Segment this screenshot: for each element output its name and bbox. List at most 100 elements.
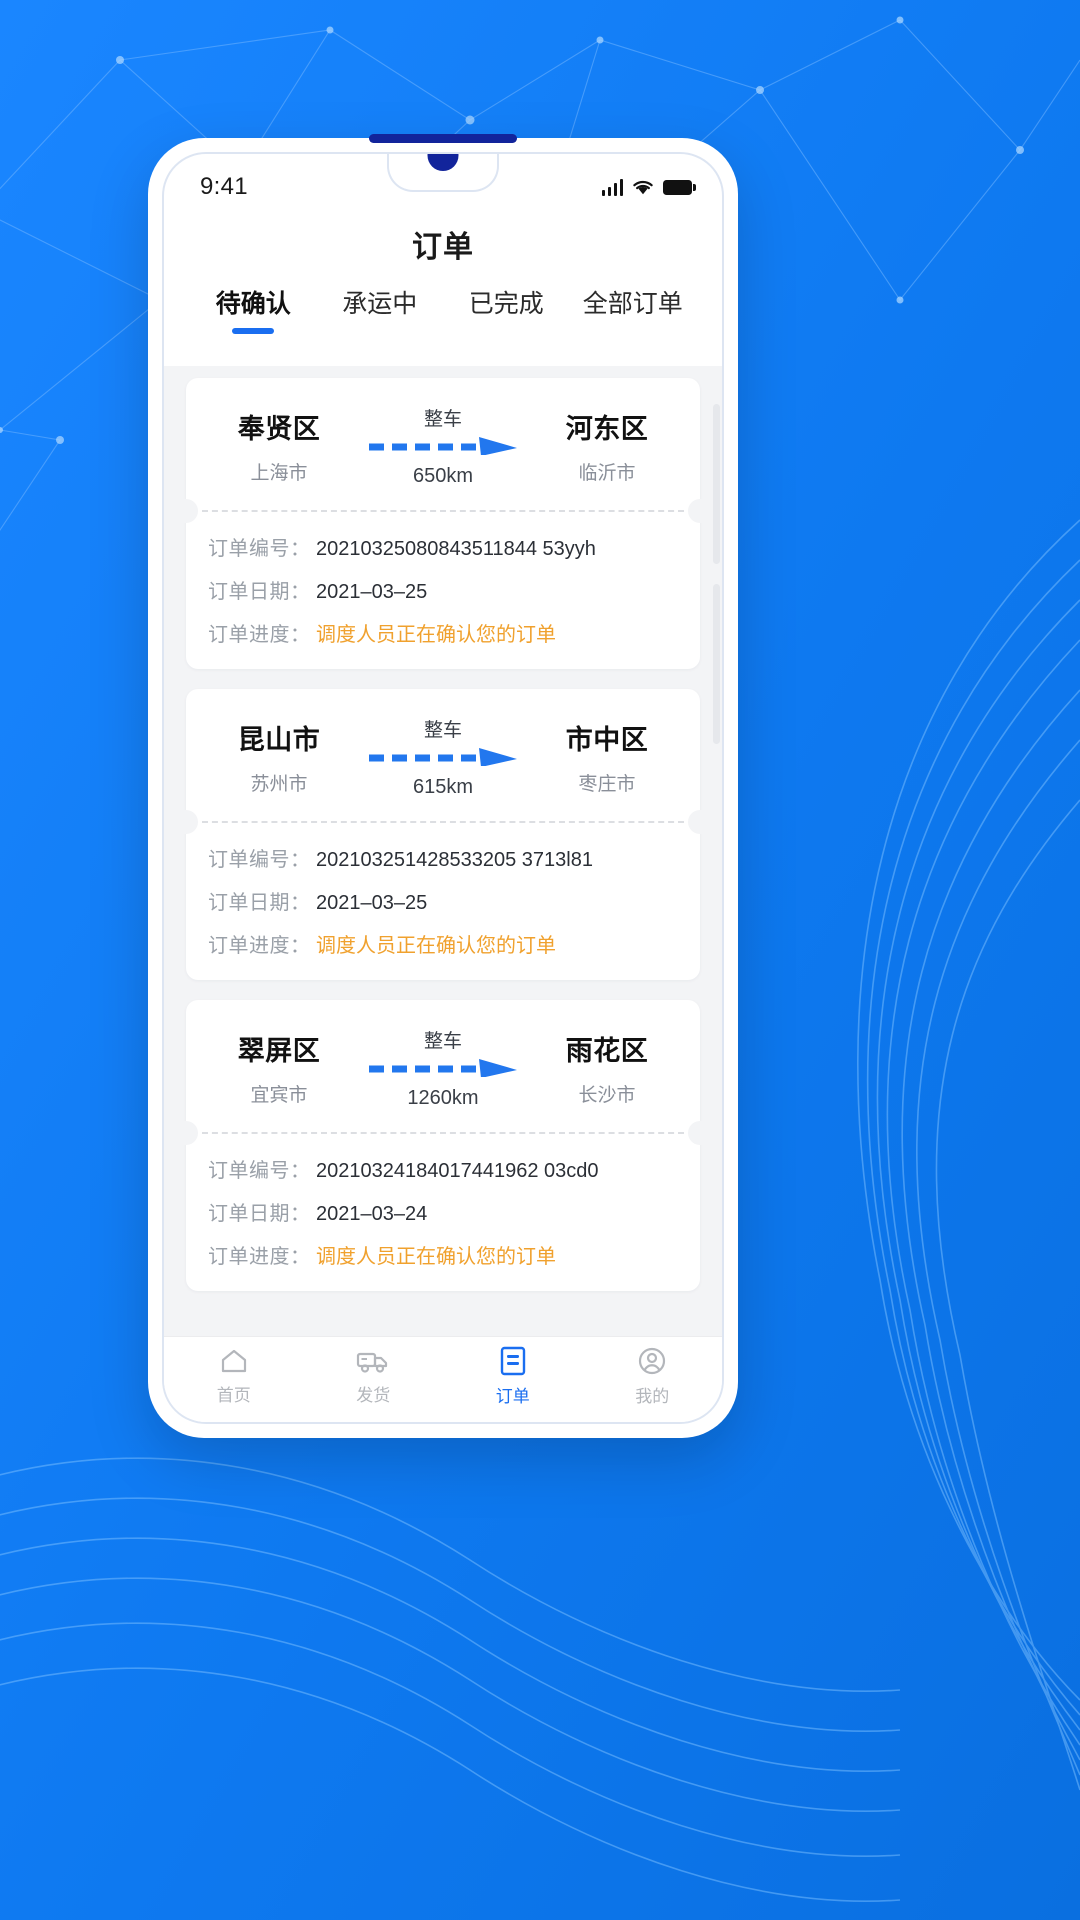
truck-icon (357, 1352, 388, 1373)
transport-mode: 整车 (423, 720, 462, 741)
page-background: 9:41 订单 待确认 承运中 已完成 全部订单 奉贤区 上海市 整车 650k… (0, 0, 1080, 1920)
origin-block: 奉贤区 上海市 (204, 407, 354, 485)
order-progress-label: 订单进度： (208, 1246, 311, 1268)
origin-province: 宜宾市 (250, 1085, 308, 1106)
destination-block: 市中区 枣庄市 (532, 718, 682, 796)
order-date-value: 2021–03–24 (316, 1203, 428, 1225)
cellular-signal-icon (601, 178, 623, 196)
order-list[interactable]: 奉贤区 上海市 整车 650km 河东区 临沂市 订单编号： 202103250… (164, 366, 722, 1336)
destination-province: 长沙市 (578, 1085, 636, 1106)
route-middle: 整车 1260km (354, 1026, 532, 1110)
scrollbar-thumb[interactable] (713, 404, 720, 564)
destination-province: 临沂市 (578, 463, 636, 484)
nav-label-profile: 我的 (635, 1387, 670, 1406)
order-route: 奉贤区 上海市 整车 650km 河东区 临沂市 (186, 378, 700, 510)
phone-mockup: 9:41 订单 待确认 承运中 已完成 全部订单 奉贤区 上海市 整车 650k… (148, 134, 738, 1438)
tab-completed[interactable]: 已完成 (443, 284, 570, 336)
order-progress-value: 调度人员正在确认您的订单 (316, 935, 556, 957)
order-card[interactable]: 奉贤区 上海市 整车 650km 河东区 临沂市 订单编号： 202103250… (174, 378, 712, 669)
bottom-navigation: 首页 发货 订单 我的 (164, 1336, 722, 1422)
battery-icon (663, 179, 696, 195)
order-date-label: 订单日期： (208, 1203, 311, 1225)
order-date-row: 订单日期： 2021–03–25 (208, 886, 678, 915)
origin-province: 上海市 (250, 463, 308, 484)
route-distance: 615km (412, 776, 474, 798)
order-route: 昆山市 苏州市 整车 615km 市中区 枣庄市 (186, 689, 700, 821)
order-number-value: 20210325080843511844 53yyh (316, 538, 596, 560)
order-card[interactable]: 昆山市 苏州市 整车 615km 市中区 枣庄市 订单编号： 202103251… (174, 689, 712, 980)
order-number-value: 20210324184017441962 03cd0 (316, 1160, 599, 1182)
transport-mode: 整车 (423, 409, 462, 430)
order-card[interactable]: 翠屏区 宜宾市 整车 1260km 雨花区 长沙市 订单编号： 20210324… (174, 1000, 712, 1291)
route-arrow-icon (369, 437, 517, 455)
origin-city: 奉贤区 (237, 414, 321, 444)
order-progress-row: 订单进度： 调度人员正在确认您的订单 (208, 618, 678, 647)
order-progress-value: 调度人员正在确认您的订单 (316, 624, 556, 646)
order-meta: 订单编号： 202103251428533205 3713l81 订单日期： 2… (186, 823, 700, 980)
order-progress-label: 订单进度： (208, 935, 311, 957)
tab-in-transit[interactable]: 承运中 (317, 284, 444, 336)
route-middle: 整车 615km (354, 715, 532, 799)
order-number-label: 订单编号： (208, 538, 311, 560)
order-number-row: 订单编号： 20210324184017441962 03cd0 (208, 1154, 678, 1183)
scrollbar-thumb[interactable] (713, 584, 720, 744)
phone-screen: 9:41 订单 待确认 承运中 已完成 全部订单 奉贤区 上海市 整车 650k… (162, 152, 724, 1424)
route-middle: 整车 650km (354, 404, 532, 488)
card-divider (174, 810, 712, 834)
nav-item-home[interactable]: 首页 (164, 1347, 304, 1406)
order-number-value: 202103251428533205 3713l81 (316, 849, 593, 871)
order-progress-value: 调度人员正在确认您的订单 (316, 1246, 556, 1268)
order-number-label: 订单编号： (208, 849, 311, 871)
order-progress-label: 订单进度： (208, 624, 311, 646)
route-arrow-icon (369, 1059, 517, 1077)
destination-city: 市中区 (565, 725, 649, 755)
order-meta: 订单编号： 20210325080843511844 53yyh 订单日期： 2… (186, 512, 700, 669)
order-progress-row: 订单进度： 调度人员正在确认您的订单 (208, 929, 678, 958)
order-date-row: 订单日期： 2021–03–24 (208, 1197, 678, 1226)
destination-block: 雨花区 长沙市 (532, 1029, 682, 1107)
route-distance: 650km (412, 465, 474, 487)
order-date-value: 2021–03–25 (316, 892, 428, 914)
order-meta: 订单编号： 20210324184017441962 03cd0 订单日期： 2… (186, 1134, 700, 1291)
order-number-label: 订单编号： (208, 1160, 311, 1182)
phone-speaker-bar (369, 134, 517, 143)
nav-label-ship: 发货 (356, 1386, 391, 1405)
status-icons-group (601, 178, 696, 196)
card-divider (174, 499, 712, 523)
destination-province: 枣庄市 (578, 774, 636, 795)
order-list-icon (500, 1346, 525, 1376)
order-date-value: 2021–03–25 (316, 581, 428, 603)
destination-block: 河东区 临沂市 (532, 407, 682, 485)
origin-city: 翠屏区 (237, 1036, 321, 1066)
order-number-row: 订单编号： 202103251428533205 3713l81 (208, 843, 678, 872)
route-distance: 1260km (407, 1087, 479, 1109)
wifi-icon (633, 180, 653, 194)
order-progress-row: 订单进度： 调度人员正在确认您的订单 (208, 1240, 678, 1269)
nav-item-ship[interactable]: 发货 (304, 1347, 444, 1406)
nav-label-home: 首页 (216, 1386, 251, 1405)
card-divider (174, 1121, 712, 1145)
route-arrow-icon (369, 748, 517, 766)
origin-block: 翠屏区 宜宾市 (204, 1029, 354, 1107)
home-icon (221, 1349, 246, 1373)
transport-mode: 整车 (423, 1031, 462, 1052)
order-number-row: 订单编号： 20210325080843511844 53yyh (208, 532, 678, 561)
order-status-tabs: 待确认 承运中 已完成 全部订单 (164, 284, 722, 346)
order-date-label: 订单日期： (208, 892, 311, 914)
nav-label-orders: 订单 (495, 1387, 530, 1406)
order-route: 翠屏区 宜宾市 整车 1260km 雨花区 长沙市 (186, 1000, 700, 1132)
status-time: 9:41 (200, 173, 248, 200)
origin-city: 昆山市 (237, 725, 321, 755)
destination-city: 河东区 (565, 414, 649, 444)
page-title: 订单 (412, 231, 474, 264)
tab-pending-confirm[interactable]: 待确认 (190, 284, 317, 336)
destination-city: 雨花区 (565, 1036, 649, 1066)
user-icon (639, 1347, 666, 1375)
nav-item-orders[interactable]: 订单 (443, 1346, 583, 1407)
origin-province: 苏州市 (250, 774, 308, 795)
order-date-row: 订单日期： 2021–03–25 (208, 575, 678, 604)
tab-all-orders[interactable]: 全部订单 (570, 284, 697, 336)
nav-item-profile[interactable]: 我的 (583, 1346, 723, 1407)
origin-block: 昆山市 苏州市 (204, 718, 354, 796)
order-date-label: 订单日期： (208, 581, 311, 603)
